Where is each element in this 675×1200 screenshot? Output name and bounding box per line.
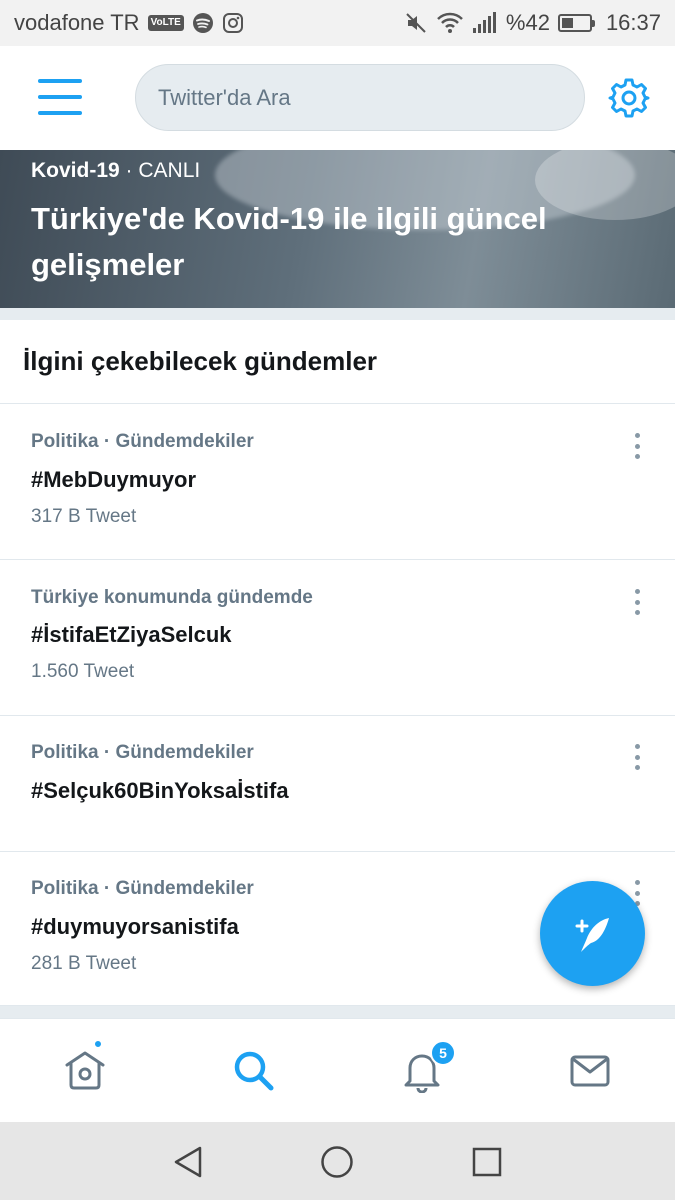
volte-badge: VoLTE [147,15,184,31]
trend-name: #Selçuk60BinYoksaİstifa [31,778,289,803]
status-bar-left: vodafone TR VoLTE [14,10,244,36]
trend-name: #İstifaEtZiyaSelcuk [31,622,232,647]
banner-topic: Kovid-19 [31,159,120,182]
trend-meta: Politika · Gündemdekiler [31,878,254,899]
trend-count: 1.560 Tweet [31,661,135,682]
more-options-icon[interactable] [630,433,644,459]
clock: 16:37 [605,10,661,35]
trend-item[interactable]: Politika · Gündemdekiler #Selçuk60BinYok… [0,716,675,852]
feather-plus-icon [575,917,609,952]
recents-button[interactable] [469,1144,505,1180]
wifi-icon [436,11,464,35]
nav-search[interactable] [232,1049,276,1093]
recents-square-icon [472,1147,502,1177]
more-options-icon[interactable] [630,744,644,770]
banner-meta: Kovid-19 · CANLI [31,159,200,183]
spotify-icon [192,12,214,34]
search-icon [234,1051,274,1091]
mail-icon [570,1055,610,1087]
list-end-divider [0,1006,675,1018]
more-options-icon[interactable] [630,589,644,615]
notification-badge: 5 [430,1040,456,1066]
trend-count: 281 B Tweet [31,953,137,974]
back-triangle-icon [174,1146,202,1178]
status-bar-right: %42 16:37 [404,10,661,36]
home-icon [65,1051,105,1090]
carrier-name: vodafone TR [14,10,140,35]
back-button[interactable] [170,1144,206,1180]
home-new-dot [93,1039,103,1049]
home-button[interactable] [319,1144,355,1180]
battery-icon [557,14,595,32]
banner-separator: · [119,159,139,182]
trend-name: #duymuyorsanistifa [31,914,239,939]
mute-icon [404,11,428,35]
trend-name: #MebDuymuyor [31,467,197,492]
home-circle-icon [321,1146,353,1178]
trend-meta: Politika · Gündemdekiler [31,742,254,763]
app-header: Twitter'da Ara [0,46,675,150]
section-title: İlgini çekebilecek gündemler [0,320,675,404]
bottom-nav: 5 [0,1018,675,1122]
instagram-icon [222,12,244,34]
system-nav-bar [0,1122,675,1200]
banner-title: Türkiye'de Kovid-19 ile ilgili güncel ge… [31,201,547,282]
nav-home[interactable] [63,1039,107,1093]
trend-count: 317 B Tweet [31,506,137,527]
trend-item[interactable]: Politika · Gündemdekiler #MebDuymuyor 31… [0,405,675,560]
trend-meta: Politika · Gündemdekiler [31,431,254,452]
compose-tweet-button[interactable] [540,881,645,986]
kovid-banner[interactable]: Kovid-19 · CANLI Türkiye'de Kovid-19 ile… [0,150,675,308]
search-input[interactable]: Twitter'da Ara [135,64,585,131]
nav-notifications[interactable]: 5 [400,1040,456,1094]
nav-messages[interactable] [568,1049,612,1093]
section-divider [0,308,675,320]
trend-meta: Türkiye konumunda gündemde [31,587,313,608]
hamburger-icon[interactable] [38,79,82,115]
status-bar: vodafone TR VoLTE %42 16:37 [0,0,675,46]
battery-percent: %42 [505,10,550,35]
search-placeholder: Twitter'da Ara [158,84,291,110]
signal-icon [472,12,498,34]
battery-fill [561,18,573,28]
banner-live-label: CANLI [138,159,201,182]
trend-item[interactable]: Türkiye konumunda gündemde #İstifaEtZiya… [0,560,675,716]
gear-icon[interactable] [608,77,650,119]
